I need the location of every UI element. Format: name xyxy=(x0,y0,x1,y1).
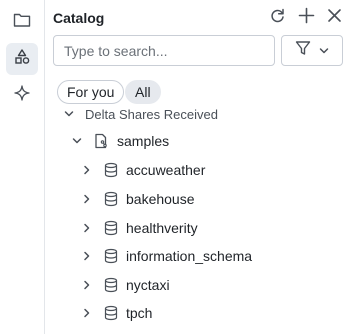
chevron-right-icon xyxy=(80,249,94,263)
tree-item-schema[interactable]: accuweather xyxy=(45,157,350,183)
catalog-button[interactable] xyxy=(6,43,38,75)
left-rail xyxy=(0,0,45,334)
sparkle-icon xyxy=(13,84,31,107)
tree-item-label: bakehouse xyxy=(126,191,195,207)
filter-icon xyxy=(295,40,311,61)
refresh-button[interactable] xyxy=(268,7,286,29)
chevron-down-icon xyxy=(319,42,329,60)
shared-catalog-icon xyxy=(93,133,109,149)
database-icon xyxy=(103,277,119,293)
refresh-icon xyxy=(269,7,286,29)
workspace-button[interactable] xyxy=(6,6,38,38)
catalog-panel: Catalog For you All Delta S xyxy=(45,0,350,334)
tree-section-label: Delta Shares Received xyxy=(85,106,218,122)
close-button[interactable] xyxy=(325,9,343,27)
tree-item-label: nyctaxi xyxy=(126,277,170,293)
tree-item-label: accuweather xyxy=(126,162,206,178)
database-icon xyxy=(103,162,119,178)
chevron-down-icon xyxy=(62,107,76,121)
chevron-down-icon xyxy=(70,134,84,148)
shapes-icon xyxy=(13,48,31,71)
chevron-right-icon xyxy=(80,278,94,292)
search-input[interactable] xyxy=(53,35,275,66)
tree-item-samples[interactable]: samples xyxy=(45,128,350,154)
tree-item-label: information_schema xyxy=(126,248,253,264)
tree-item-label: samples xyxy=(117,133,170,149)
chevron-right-icon xyxy=(80,163,94,177)
database-icon xyxy=(103,248,119,264)
chevron-right-icon xyxy=(80,192,94,206)
chevron-right-icon xyxy=(80,306,94,320)
database-icon xyxy=(103,220,119,236)
tree-item-schema[interactable]: bakehouse xyxy=(45,186,350,212)
tree-item-schema[interactable]: tpch xyxy=(45,300,350,326)
chevron-right-icon xyxy=(80,221,94,235)
tree-item-schema[interactable]: healthverity xyxy=(45,215,350,241)
assistant-button[interactable] xyxy=(6,79,38,111)
filter-button[interactable] xyxy=(281,35,343,66)
folder-icon xyxy=(13,12,31,33)
tree-item-label: tpch xyxy=(126,305,153,321)
tree-item-schema[interactable]: information_schema xyxy=(45,243,350,269)
database-icon xyxy=(103,305,119,321)
tree-section-delta-shares[interactable]: Delta Shares Received xyxy=(45,101,350,127)
database-icon xyxy=(103,191,119,207)
add-button[interactable] xyxy=(297,7,315,29)
close-icon xyxy=(327,8,342,28)
plus-icon xyxy=(298,7,315,29)
panel-title: Catalog xyxy=(53,10,105,26)
tree-item-schema[interactable]: nyctaxi xyxy=(45,272,350,298)
tree-item-label: healthverity xyxy=(126,220,198,236)
